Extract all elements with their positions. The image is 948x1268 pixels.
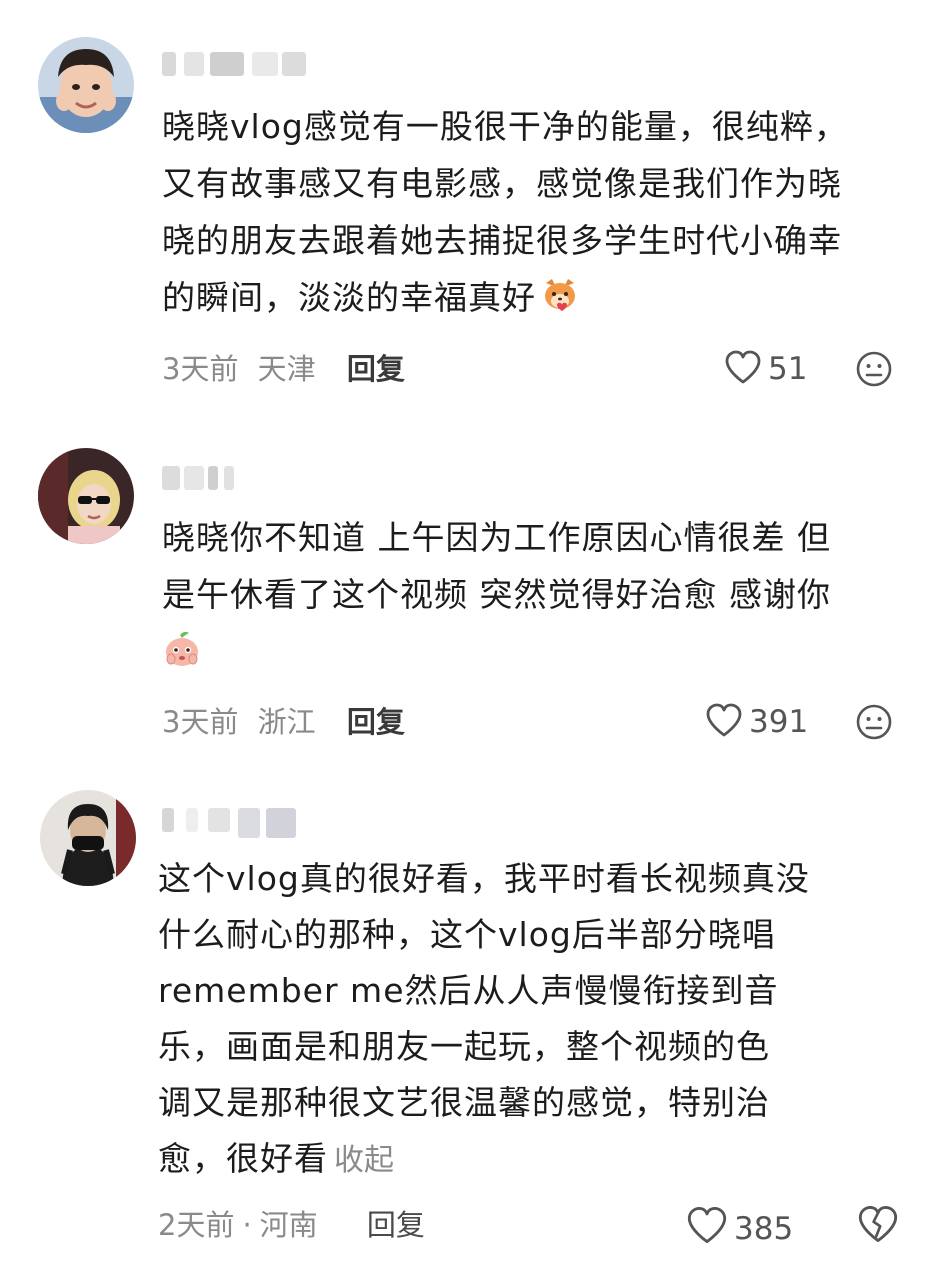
comment-line: 晓晓你不知道 上午因为工作原因心情很差 但	[162, 518, 831, 557]
comment-line: 晓晓vlog感觉有一股很干净的能量，很纯粹，	[162, 107, 848, 146]
fox-heart-emoji-icon	[540, 275, 580, 315]
like-count: 391	[749, 704, 809, 740]
heart-outline-icon	[724, 349, 762, 385]
comment-time: 3天前	[162, 705, 239, 739]
collapse-link[interactable]: 收起	[334, 1143, 394, 1178]
reply-button[interactable]: 回复	[367, 1208, 425, 1242]
user-avatar[interactable]	[38, 448, 134, 544]
neutral-face-icon[interactable]	[855, 350, 893, 388]
reply-button[interactable]: 回复	[347, 705, 405, 739]
username-blurred[interactable]	[162, 466, 242, 494]
user-avatar[interactable]	[38, 37, 134, 133]
comment-time: 2天前	[158, 1208, 235, 1242]
like-button[interactable]: 51	[724, 349, 807, 389]
like-button[interactable]: 391	[705, 702, 808, 742]
comment-text: 这个vlog真的很好看，我平时看长视频真没 什么耐心的那种，这个vlog后半部分…	[158, 851, 928, 1189]
peach-teary-emoji-icon	[162, 629, 202, 669]
broken-heart-icon[interactable]	[857, 1204, 899, 1244]
comment-line: 又有故事感又有电影感，感觉像是我们作为晓	[162, 164, 842, 203]
comment-text: 晓晓vlog感觉有一股很干净的能量，很纯粹， 又有故事感又有电影感，感觉像是我们…	[162, 98, 922, 326]
comment-location: 河南	[259, 1208, 318, 1242]
comment-line: 晓的朋友去跟着她去捕捉很多学生时代小确幸	[162, 221, 842, 260]
comment-line: remember me然后从人声慢慢衔接到音	[158, 971, 779, 1010]
heart-outline-icon	[705, 702, 743, 738]
comment-meta: 3天前 浙江 回复	[162, 702, 405, 742]
comment-text: 晓晓你不知道 上午因为工作原因心情很差 但 是午休看了这个视频 突然觉得好治愈 …	[162, 509, 922, 680]
comment-line: 什么耐心的那种，这个vlog后半部分晓唱	[158, 915, 776, 954]
comment-line: 乐，画面是和朋友一起玩，整个视频的色	[158, 1027, 770, 1066]
neutral-face-icon[interactable]	[855, 703, 893, 741]
comment-line: 调又是那种很文艺很温馨的感觉，特别治	[158, 1083, 770, 1122]
comment-location: 天津	[257, 352, 316, 386]
heart-outline-icon	[686, 1205, 728, 1245]
comment-meta: 2天前 · 河南 回复	[158, 1205, 425, 1245]
user-avatar[interactable]	[40, 790, 136, 886]
like-button[interactable]: 385	[686, 1205, 794, 1247]
username-blurred[interactable]	[162, 52, 312, 80]
comment-location: 浙江	[257, 705, 316, 739]
comment-line: 的瞬间，淡淡的幸福真好	[162, 269, 922, 326]
like-count: 51	[768, 351, 808, 387]
comment-meta: 3天前 天津 回复	[162, 349, 405, 389]
comment-line: 这个vlog真的很好看，我平时看长视频真没	[158, 859, 810, 898]
comment-line: 愈，很好看 收起	[158, 1131, 928, 1189]
comment-time: 3天前	[162, 352, 239, 386]
comment-line: 是午休看了这个视频 突然觉得好治愈 感谢你	[162, 575, 831, 614]
comment-line-text: 的瞬间，淡淡的幸福真好	[162, 278, 536, 317]
comment-line-text: 愈，很好看	[158, 1139, 328, 1178]
separator-dot: ·	[242, 1208, 252, 1242]
comment-line	[162, 623, 922, 680]
like-count: 385	[734, 1211, 794, 1247]
reply-button[interactable]: 回复	[347, 352, 405, 386]
username-blurred[interactable]	[162, 808, 302, 838]
